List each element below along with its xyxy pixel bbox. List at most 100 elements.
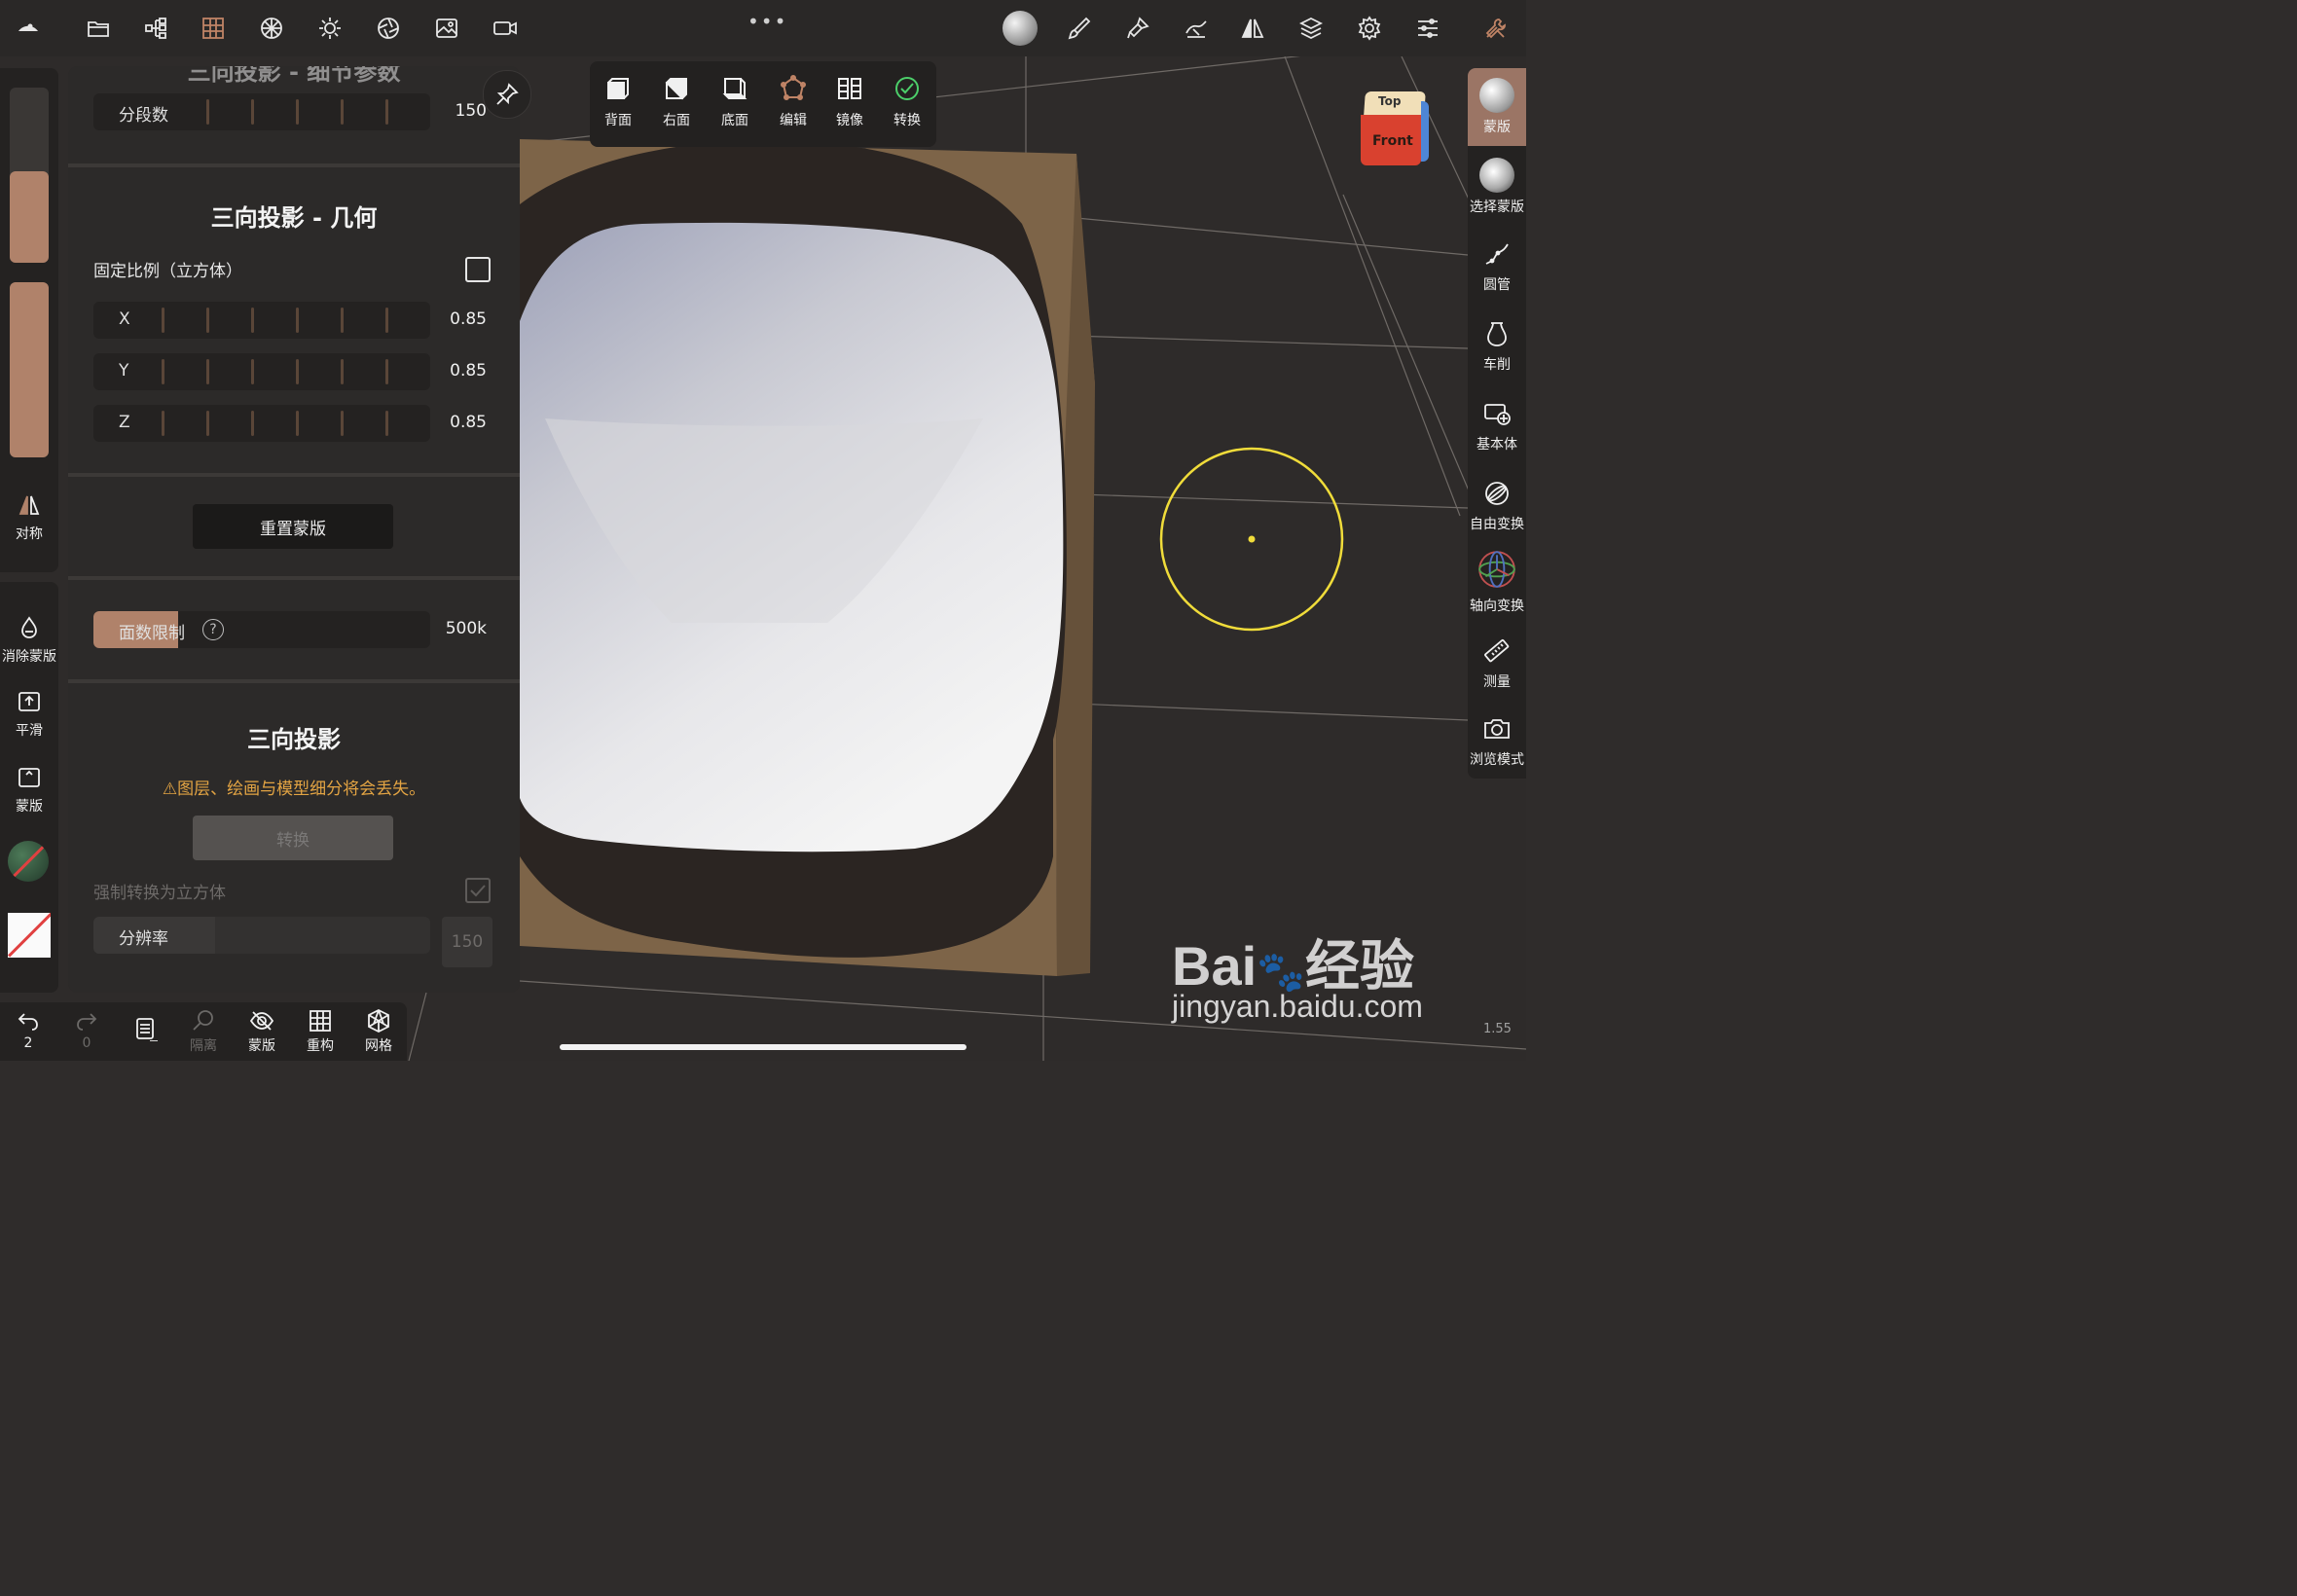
select-mask-button[interactable]: 选择蒙版 xyxy=(1468,158,1526,216)
fixed-ratio-label: 固定比例（立方体） xyxy=(93,262,242,281)
remesh-grid-icon xyxy=(310,1010,331,1032)
resolution-slider[interactable]: 分辨率 xyxy=(93,917,430,954)
detail-params-section: 三向投影 - 细节参数 分段数 150 xyxy=(68,66,520,163)
convert-confirm-button[interactable]: 转换 xyxy=(880,75,934,139)
z-scale-slider[interactable]: Z xyxy=(93,405,430,442)
triplanar-section: 三向投影 ⚠图层、绘画与模型细分将会丢失。 转换 强制转换为立方体 分辨率 15… xyxy=(68,683,520,993)
mask-button[interactable]: 蒙版 xyxy=(0,765,58,816)
layers-icon[interactable] xyxy=(1296,14,1326,43)
mask-label: 蒙版 xyxy=(16,799,43,815)
measure-button[interactable]: 测量 xyxy=(1468,636,1526,691)
material-color-swatch[interactable] xyxy=(8,841,49,882)
wireframe-button[interactable]: 网格 xyxy=(354,1008,403,1055)
history-list-button[interactable] xyxy=(121,1016,169,1043)
folder-icon[interactable] xyxy=(84,14,113,43)
home-indicator[interactable] xyxy=(560,1044,966,1050)
view-cube-top-label: Top xyxy=(1378,94,1402,108)
lathe-label: 车削 xyxy=(1483,357,1511,373)
brush-icon[interactable] xyxy=(1065,14,1094,43)
top-toolbar: ••• xyxy=(0,0,1526,56)
face-limit-label: 面数限制 xyxy=(119,624,185,643)
more-dots-icon[interactable]: ••• xyxy=(747,10,787,33)
browse-mode-button[interactable]: 浏览模式 xyxy=(1468,714,1526,769)
scene-tree-icon[interactable] xyxy=(141,14,170,43)
mask-visibility-button[interactable]: 蒙版 xyxy=(237,1008,286,1055)
z-label: Z xyxy=(119,413,130,432)
triplanar-title: 三向投影 xyxy=(247,726,341,753)
right-view-button[interactable]: 右面 xyxy=(649,75,704,139)
symmetry-icon[interactable] xyxy=(1238,14,1267,43)
video-icon[interactable] xyxy=(491,14,520,43)
brush-intensity-slider[interactable] xyxy=(10,282,49,457)
left-toolbar-top: 对称 xyxy=(0,68,58,572)
mirror-button[interactable]: 镜像 xyxy=(822,75,877,139)
pin-panel-button[interactable] xyxy=(483,70,531,119)
lathe-icon xyxy=(1487,322,1507,346)
force-cube-checkbox[interactable] xyxy=(465,878,491,903)
paint-icon[interactable] xyxy=(1123,14,1152,43)
paint-color-swatch[interactable] xyxy=(8,913,51,958)
redo-button[interactable]: 0 xyxy=(62,1008,111,1051)
drop-icon xyxy=(21,616,37,638)
help-icon[interactable]: ? xyxy=(202,619,224,640)
wireframe-label: 网格 xyxy=(365,1038,392,1054)
gizmo-label: 轴向变换 xyxy=(1470,598,1524,614)
redo-count: 0 xyxy=(82,1035,91,1051)
image-icon[interactable] xyxy=(432,14,461,43)
clear-mask-label: 消除蒙版 xyxy=(2,649,56,665)
wireframe-icon xyxy=(368,1008,389,1034)
clear-mask-button[interactable]: 消除蒙版 xyxy=(0,615,58,666)
mask-icon xyxy=(18,768,40,787)
bottom-toolbar: 2 0 隔离 蒙版 重构 网格 xyxy=(0,1002,407,1061)
reset-mask-section: 重置蒙版 xyxy=(68,477,520,576)
free-transform-button[interactable]: 自由变换 xyxy=(1468,479,1526,533)
lathe-button[interactable]: 车削 xyxy=(1468,319,1526,374)
right-toolbar: 蒙版 选择蒙版 圆管 车削 基本体 自由变换 轴向变换 测量 浏览模式 xyxy=(1468,68,1526,779)
sliders-icon[interactable] xyxy=(1413,14,1442,43)
isolate-button[interactable]: 隔离 xyxy=(179,1008,228,1055)
measure-label: 测量 xyxy=(1483,674,1511,690)
remesh-button[interactable]: 重构 xyxy=(296,1008,345,1055)
eye-off-icon xyxy=(249,1011,274,1031)
light-icon[interactable] xyxy=(315,14,345,43)
x-scale-slider[interactable]: X xyxy=(93,302,430,339)
face-limit-slider[interactable]: 面数限制 ? xyxy=(93,611,430,648)
stroke-icon[interactable] xyxy=(1182,14,1211,43)
logo-icon[interactable] xyxy=(14,14,43,43)
topology-sphere-icon[interactable] xyxy=(257,14,286,43)
mask-tool-button[interactable]: 蒙版 xyxy=(1468,68,1526,146)
tube-button[interactable]: 圆管 xyxy=(1468,239,1526,294)
back-view-button[interactable]: 背面 xyxy=(591,75,645,139)
undo-button[interactable]: 2 xyxy=(4,1008,53,1051)
gizmo-icon xyxy=(1478,551,1515,588)
brush-radius-slider[interactable] xyxy=(10,88,49,263)
gizmo-button[interactable]: 轴向变换 xyxy=(1468,549,1526,615)
fixed-ratio-checkbox[interactable] xyxy=(465,257,491,282)
mask-visibility-label: 蒙版 xyxy=(248,1038,275,1054)
reset-mask-button[interactable]: 重置蒙版 xyxy=(193,504,393,549)
aperture-icon[interactable] xyxy=(374,14,403,43)
edit-button[interactable]: 编辑 xyxy=(766,75,820,139)
symmetry-toggle[interactable]: 对称 xyxy=(0,492,58,543)
checkmark-icon xyxy=(470,885,486,897)
grid-icon[interactable] xyxy=(199,14,228,43)
back-view-label: 背面 xyxy=(604,113,632,128)
mirror-label: 镜像 xyxy=(836,113,863,128)
edit-label: 编辑 xyxy=(780,113,807,128)
convert-button[interactable]: 转换 xyxy=(193,816,393,860)
list-icon xyxy=(136,1018,158,1041)
tools-icon[interactable] xyxy=(1481,14,1511,43)
search-icon xyxy=(193,1010,213,1031)
settings-icon[interactable] xyxy=(1355,14,1384,43)
bottom-view-button[interactable]: 底面 xyxy=(708,75,762,139)
remesh-label: 重构 xyxy=(307,1038,334,1054)
primitive-button[interactable]: 基本体 xyxy=(1468,399,1526,453)
resolution-value[interactable]: 150 xyxy=(442,917,492,967)
segments-slider[interactable]: 分段数 xyxy=(93,93,430,130)
smooth-button[interactable]: 平滑 xyxy=(0,689,58,740)
symmetry-label: 对称 xyxy=(16,526,43,542)
y-scale-slider[interactable]: Y xyxy=(93,353,430,390)
camera-icon xyxy=(1484,719,1510,739)
view-cube[interactable]: Top Front xyxy=(1361,91,1431,173)
material-sphere-icon[interactable] xyxy=(1003,11,1038,46)
